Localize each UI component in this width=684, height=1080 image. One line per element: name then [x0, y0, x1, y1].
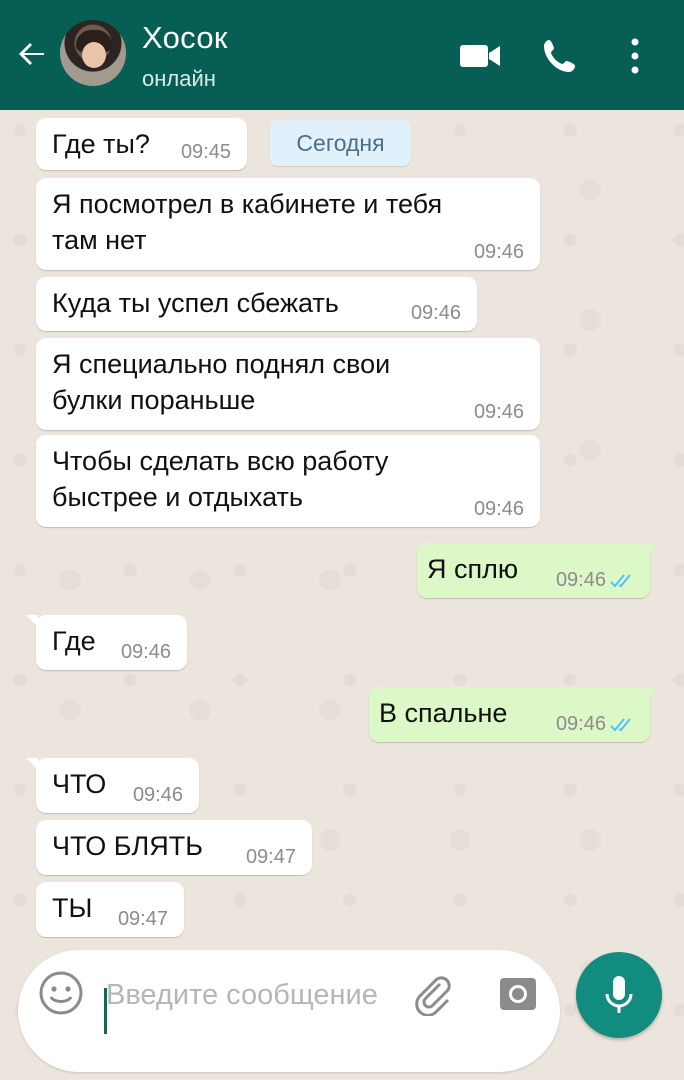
- message-bubble[interactable]: Куда ты успел сбежать 09:46: [36, 277, 477, 331]
- message-input[interactable]: Введите сообщение: [106, 976, 406, 1014]
- message-bubble[interactable]: ЧТО 09:46: [26, 758, 199, 813]
- double-check-read-icon: [610, 574, 631, 588]
- date-divider: Сегодня: [270, 120, 411, 166]
- chat-header: Хосок онлайн: [0, 0, 684, 110]
- message-time: 09:47: [117, 908, 168, 930]
- message-bubble-outgoing[interactable]: В спальне 09:46: [369, 687, 660, 742]
- message-bubble[interactable]: Я специально поднял свои булки пораньше …: [36, 338, 540, 430]
- back-arrow-icon[interactable]: [14, 36, 50, 72]
- message-time: 09:46: [120, 641, 171, 663]
- message-time: 09:46: [132, 784, 183, 806]
- message-bubble[interactable]: Чтобы сделать всю работу быстрее и отдых…: [36, 435, 540, 527]
- message-time: 09:45: [180, 141, 231, 163]
- message-list[interactable]: Где ты? 09:45 Я посмотрел в кабинете и т…: [0, 110, 684, 940]
- message-bubble[interactable]: Где ты? 09:45: [36, 118, 247, 170]
- microphone-icon: [605, 976, 633, 1013]
- message-time: 09:47: [245, 846, 296, 868]
- message-bubble-outgoing[interactable]: Я сплю 09:46: [417, 543, 660, 598]
- paperclip-icon[interactable]: [410, 972, 454, 1017]
- contact-name[interactable]: Хосок: [142, 20, 228, 56]
- emoji-icon[interactable]: [38, 970, 84, 1016]
- message-time: 09:46: [555, 713, 606, 735]
- message-time: 09:46: [473, 498, 524, 520]
- message-text: Я посмотрел в кабинете и тебя там нет: [52, 189, 443, 255]
- video-call-icon[interactable]: [458, 36, 500, 76]
- phone-icon[interactable]: [540, 36, 580, 76]
- more-vert-icon[interactable]: [620, 36, 650, 76]
- message-time: 09:46: [473, 401, 524, 423]
- message-bubble[interactable]: Я посмотрел в кабинете и тебя там нет 09…: [36, 178, 540, 270]
- message-time: 09:46: [555, 569, 606, 591]
- contact-status: онлайн: [142, 66, 216, 91]
- message-text: В спальне: [379, 698, 508, 728]
- camera-icon[interactable]: [496, 972, 540, 1016]
- message-time: 09:46: [410, 302, 461, 324]
- message-composer[interactable]: Введите сообщение: [18, 950, 560, 1072]
- avatar[interactable]: [60, 20, 126, 86]
- message-text: Я специально поднял свои булки пораньше: [52, 349, 391, 415]
- microphone-button[interactable]: [576, 952, 662, 1038]
- message-text: Чтобы сделать всю работу быстрее и отдых…: [52, 446, 389, 512]
- message-bubble[interactable]: Где 09:46: [26, 615, 187, 670]
- message-bubble[interactable]: ТЫ 09:47: [36, 882, 184, 937]
- double-check-read-icon: [610, 718, 631, 732]
- message-time: 09:46: [473, 241, 524, 263]
- message-bubble[interactable]: ЧТО БЛЯТЬ 09:47: [36, 820, 312, 875]
